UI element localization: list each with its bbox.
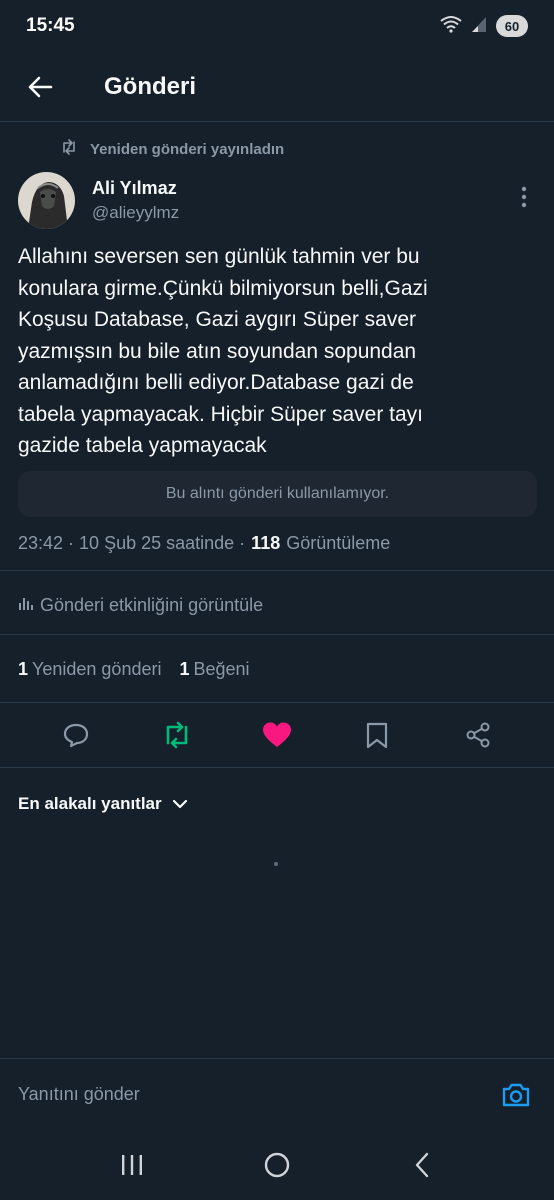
engagement-counts: 1 Yeniden gönderi 1 Beğeni	[18, 656, 250, 682]
post-text-line: gazide tabela yapmayacak	[18, 434, 267, 457]
bookmark-icon[interactable]	[349, 707, 405, 763]
reposts-label: Yeniden gönderi	[32, 658, 162, 679]
replies-sort-label: En alakalı yanıtlar	[18, 794, 162, 813]
likes-count-link[interactable]: 1 Beğeni	[179, 659, 249, 680]
author-handle[interactable]: @alieyylmz	[92, 203, 179, 223]
loading-indicator	[274, 862, 278, 866]
replies-sort-dropdown[interactable]: En alakalı yanıtlar	[18, 792, 188, 816]
post-text: Allahını seversen sen günlük tahmin ver …	[18, 241, 538, 462]
divider	[0, 767, 554, 768]
reply-icon[interactable]	[48, 707, 104, 763]
post-meta: 23:42 · 10 Şub 25 saatinde · 118 Görüntü…	[18, 530, 390, 556]
likes-label: Beğeni	[193, 658, 250, 679]
post-text-line: Koşusu Database, Gazi aygırı Süper saver	[18, 308, 417, 331]
system-nav-bar	[0, 1130, 554, 1200]
author-name[interactable]: Ali Yılmaz	[92, 178, 179, 199]
post-author: Ali Yılmaz @alieyylmz	[18, 170, 538, 230]
reply-input[interactable]: Yanıtını gönder	[18, 1084, 140, 1105]
status-bar: 15:45 60	[0, 0, 554, 52]
post-text-line: konulara girme.Çünkü bilmiyorsun belli,G…	[18, 276, 428, 300]
battery-icon: 60	[496, 15, 528, 37]
post-actions	[0, 705, 554, 765]
reposts-count: 1	[18, 658, 29, 679]
reply-composer: Yanıtını gönder	[0, 1058, 554, 1130]
repost-indicator: Yeniden gönderi yayınladın	[60, 138, 284, 160]
back-arrow-icon[interactable]	[0, 52, 80, 122]
wifi-icon	[440, 15, 462, 38]
divider	[0, 702, 554, 703]
divider	[0, 570, 554, 571]
repost-label[interactable]: Yeniden gönderi yayınladın	[90, 141, 284, 158]
quote-unavailable-box: Bu alıntı gönderi kullanılamıyor.	[18, 471, 537, 517]
signal-icon	[470, 15, 488, 38]
repost-icon[interactable]	[149, 707, 205, 763]
nav-back-icon[interactable]	[392, 1135, 452, 1195]
views-count: 118	[251, 532, 281, 553]
analytics-icon	[18, 595, 34, 616]
like-icon[interactable]	[249, 707, 305, 763]
post-text-line: Allahını seversen sen günlük tahmin ver …	[18, 245, 420, 268]
post-activity-link[interactable]: Gönderi etkinliğini görüntüle	[18, 592, 263, 618]
home-icon[interactable]	[247, 1135, 307, 1195]
status-icons: 60	[440, 15, 528, 38]
avatar[interactable]	[18, 171, 75, 229]
views-label: Görüntüleme	[286, 532, 391, 553]
repost-small-icon	[60, 139, 78, 159]
recent-apps-icon[interactable]	[102, 1135, 162, 1195]
post-text-line: yazmışsın bu bile atın soyundan sopundan	[18, 339, 417, 363]
more-options-icon[interactable]	[512, 182, 536, 212]
share-icon[interactable]	[450, 707, 506, 763]
status-time: 15:45	[26, 15, 75, 36]
top-app-bar: Gönderi	[0, 52, 554, 122]
author-info: Ali Yılmaz @alieyylmz	[92, 178, 179, 223]
post-text-line: anlamadığını belli ediyor.Database gazi …	[18, 371, 414, 394]
chevron-down-icon	[172, 794, 188, 814]
camera-icon[interactable]	[496, 1075, 536, 1115]
divider	[0, 634, 554, 635]
page-title: Gönderi	[104, 72, 197, 100]
reposts-count-link[interactable]: 1 Yeniden gönderi	[18, 659, 161, 680]
quote-unavailable-text: Bu alıntı gönderi kullanılamıyor.	[165, 485, 390, 502]
post-timestamp[interactable]: 23:42 · 10 Şub 25 saatinde ·	[18, 533, 245, 554]
post-activity-label: Gönderi etkinliğini görüntüle	[40, 594, 264, 615]
likes-count: 1	[179, 658, 190, 679]
post-text-line: tabela yapmayacak. Hiçbir Süper saver ta…	[18, 402, 424, 426]
